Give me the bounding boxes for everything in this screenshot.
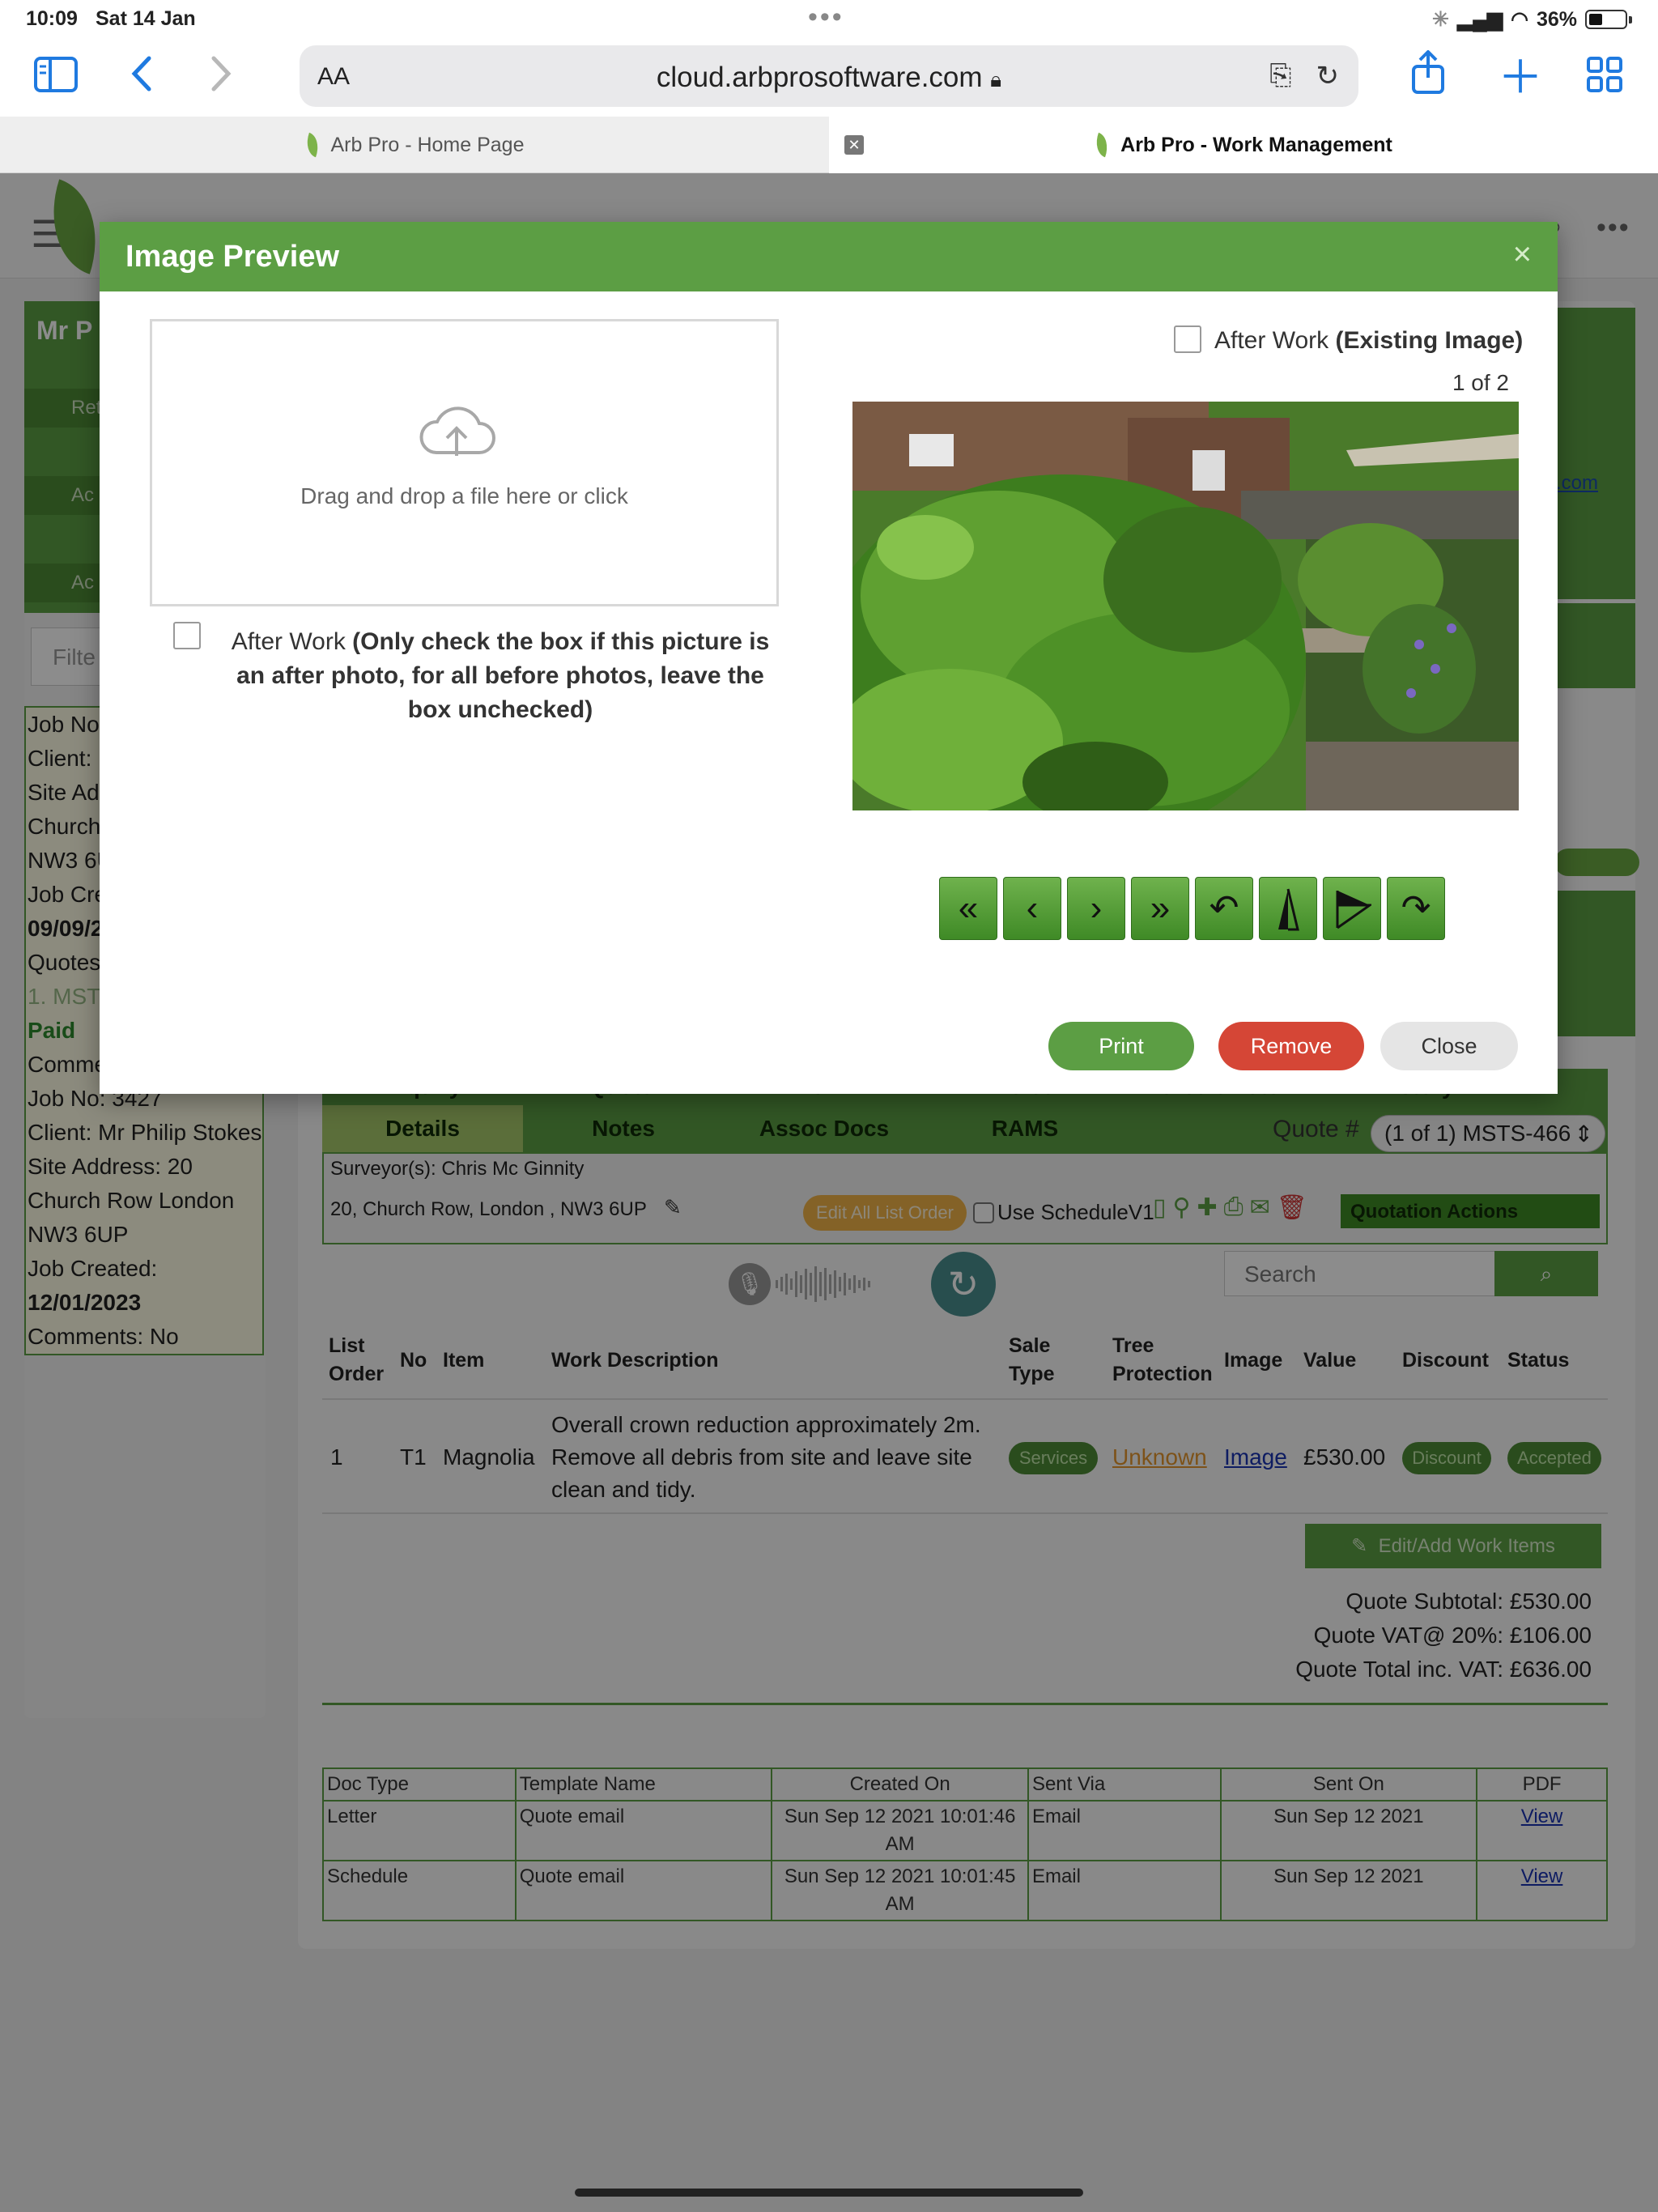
close-icon[interactable]: × (1513, 236, 1532, 273)
favicon-leaf-icon (1091, 132, 1113, 158)
signal-icon: ▂▄▆ (1456, 8, 1503, 31)
flip-vertical-icon (1278, 888, 1299, 931)
tab-overview-icon[interactable] (1587, 57, 1622, 99)
tab-work-management[interactable]: Arb Pro - Work Management (829, 117, 1658, 173)
first-icon: « (958, 888, 979, 928)
new-tab-icon[interactable]: ＋ (1498, 55, 1543, 100)
previous-image-button[interactable]: ‹ (1003, 877, 1061, 940)
after-work-checkbox[interactable] (173, 622, 201, 649)
preview-photo (852, 402, 1519, 810)
image-page-count: 1 of 2 (1452, 370, 1509, 395)
status-date: Sat 14 Jan (96, 7, 196, 30)
favicon-leaf-icon (301, 132, 323, 158)
reload-icon[interactable]: ↻ (1316, 60, 1340, 92)
tab-label: Arb Pro - Home Page (330, 133, 525, 156)
wifi-icon: ◠ (1511, 8, 1528, 31)
close-button[interactable]: Close (1380, 1022, 1518, 1070)
multitasking-dots-icon[interactable]: ••• (808, 2, 844, 33)
safari-toolbar: AA cloud.arbprosoftware.com 🔒︎ ⎘ ↻ ＋ (0, 39, 1658, 117)
modal-title: Image Preview (125, 240, 340, 274)
address-bar[interactable]: AA cloud.arbprosoftware.com 🔒︎ ⎘ ↻ (300, 45, 1358, 107)
existing-note: (Existing Image) (1335, 327, 1524, 354)
file-dropzone[interactable]: Drag and drop a file here or click (150, 319, 779, 606)
battery-percent: 36% (1536, 7, 1577, 31)
existing-text: After Work (1214, 327, 1336, 354)
status-time: 10:09 (26, 7, 78, 30)
url-text: cloud.arbprosoftware.com 🔒︎ (300, 62, 1358, 94)
status-bar: 10:09 Sat 14 Jan ••• ✳ ▂▄▆ ◠ 36% (0, 0, 1658, 39)
flip-horizontal-icon (1336, 891, 1374, 929)
after-work-text: After Work (231, 628, 353, 655)
image-nav-buttons: « ‹ › » ↶ ↷ (939, 877, 1445, 940)
status-indicators: ✳ ▂▄▆ ◠ 36% (1432, 7, 1632, 32)
home-indicator[interactable] (575, 2189, 1083, 2197)
rotate-left-icon: ↶ (1209, 888, 1239, 928)
after-work-existing-checkbox[interactable] (1174, 325, 1201, 353)
after-work-existing-label: After Work (Existing Image) (1214, 327, 1523, 355)
remove-button[interactable]: Remove (1218, 1022, 1364, 1070)
print-button[interactable]: Print (1048, 1022, 1194, 1070)
after-work-label: After Work (Only check the box if this p… (221, 625, 780, 727)
share-icon[interactable] (1410, 49, 1446, 102)
magnolia-photo-icon (852, 402, 1519, 810)
tab-strip: Arb Pro - Home Page Arb Pro - Work Manag… (0, 117, 1658, 173)
next-image-button[interactable]: › (1067, 877, 1125, 940)
rotate-left-button[interactable]: ↶ (1195, 877, 1253, 940)
forward-icon[interactable] (209, 53, 233, 100)
modal-header: Image Preview × (100, 222, 1558, 291)
translate-icon[interactable]: ⎘ (1269, 60, 1291, 92)
url: cloud.arbprosoftware.com (656, 62, 983, 93)
battery-tip (1629, 15, 1632, 23)
address-bar-actions: ⎘ ↻ (1269, 60, 1339, 92)
flip-horizontal-button[interactable] (1323, 877, 1381, 940)
next-icon: › (1090, 888, 1103, 928)
rotate-right-icon: ↷ (1401, 888, 1431, 928)
last-image-button[interactable]: » (1131, 877, 1189, 940)
close-tab-icon[interactable]: ✕ (844, 135, 864, 155)
tab-label: Arb Pro - Work Management (1120, 133, 1392, 156)
image-preview-modal: Image Preview × Drag and drop a file her… (100, 222, 1558, 1094)
sidebar-icon[interactable] (34, 57, 78, 99)
tab-home-page[interactable]: Arb Pro - Home Page (0, 117, 829, 173)
flip-vertical-button[interactable] (1259, 877, 1317, 940)
cloud-upload-icon (419, 406, 495, 456)
lock-icon: 🔒︎ (990, 67, 1002, 91)
previous-icon: ‹ (1026, 888, 1039, 928)
rotate-right-button[interactable]: ↷ (1387, 877, 1445, 940)
first-image-button[interactable]: « (939, 877, 997, 940)
last-icon: » (1150, 888, 1171, 928)
loading-icon: ✳ (1432, 8, 1449, 31)
dropzone-text: Drag and drop a file here or click (300, 483, 628, 508)
back-icon[interactable] (130, 53, 154, 100)
battery-icon (1585, 10, 1627, 29)
